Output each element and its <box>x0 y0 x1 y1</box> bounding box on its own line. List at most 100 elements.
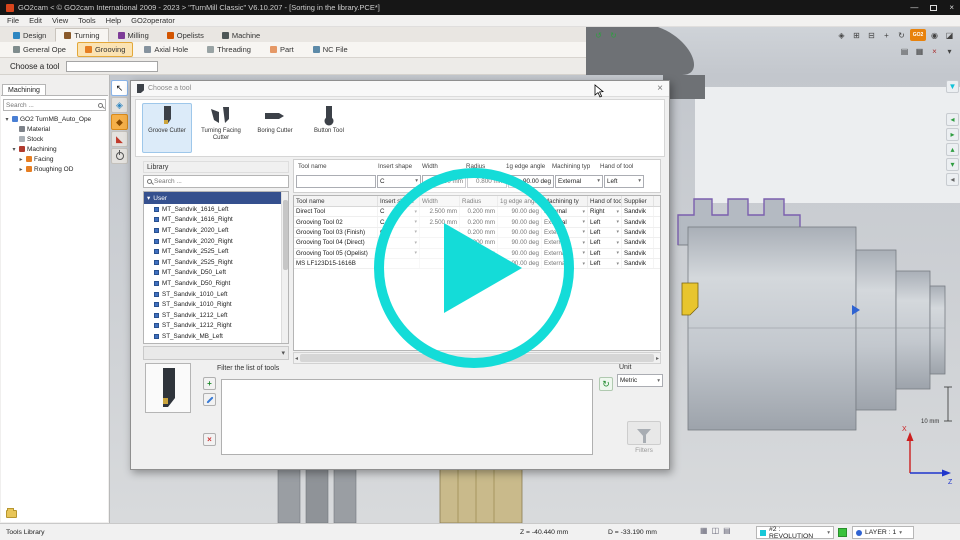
library-tool-item[interactable]: ST_Sandvik_1010_Right <box>144 299 288 310</box>
menu-go2operator[interactable]: GO2operator <box>131 16 175 25</box>
library-bottom-bar[interactable]: ▾ <box>143 346 289 360</box>
dialog-title-bar[interactable]: Choose a tool × <box>131 81 669 97</box>
tree-expander-icon[interactable]: ▾ <box>4 116 10 123</box>
unit-select[interactable]: Metric▾ <box>617 374 663 387</box>
library-tool-item[interactable]: MT_Sandvik_1616_Left <box>144 204 288 215</box>
pan-up-button[interactable]: ▴ <box>946 143 959 156</box>
tooltype-button-tool[interactable]: Button Tool <box>304 103 354 153</box>
scroll-left-icon[interactable]: ◂ <box>295 355 298 362</box>
dialog-close-button[interactable]: × <box>657 84 663 94</box>
subtab-general-ope[interactable]: General Ope <box>5 42 74 57</box>
library-tool-item[interactable]: ST_Sandvik_MB_Right <box>144 342 288 344</box>
tree-expander-icon[interactable]: ▾ <box>11 146 17 153</box>
subtab-nc-file[interactable]: NC File <box>305 42 356 57</box>
filters-button[interactable]: Filters <box>625 421 663 454</box>
remove-filter-button[interactable]: × <box>203 433 216 446</box>
menu-edit[interactable]: Edit <box>29 16 42 25</box>
list-icon[interactable]: ▤ <box>723 526 731 535</box>
library-tool-item[interactable]: MT_Sandvik_2525_Left <box>144 246 288 257</box>
filter-machining-select[interactable]: External▾ <box>555 175 603 188</box>
library-tool-item[interactable]: MT_Sandvik_2525_Right <box>144 257 288 268</box>
library-tool-item[interactable]: ST_Sandvik_1212_Right <box>144 321 288 332</box>
library-tool-item[interactable]: ST_Sandvik_MB_Left <box>144 331 288 342</box>
view-filter-button[interactable]: ▼ <box>946 80 959 93</box>
tab-milling[interactable]: Milling <box>109 28 158 42</box>
library-tool-item[interactable]: MT_Sandvik_D50_Right <box>144 278 288 289</box>
tab-opelists[interactable]: Opelists <box>158 28 213 42</box>
delete-button[interactable]: × <box>928 45 941 57</box>
library-tool-item[interactable]: ST_Sandvik_1010_Left <box>144 289 288 300</box>
video-play-overlay[interactable] <box>374 168 574 368</box>
tree-item-go2-turnmb-auto-ope[interactable]: ▾GO2 TurnMB_Auto_Ope <box>1 114 108 124</box>
subtab-axial-hole[interactable]: Axial Hole <box>136 42 196 57</box>
column-header[interactable]: Hand of tool <box>588 196 622 206</box>
menu-tools[interactable]: Tools <box>78 16 96 25</box>
layers-icon[interactable]: ◫ <box>712 526 720 535</box>
library-tool-item[interactable]: MT_Sandvik_2020_Right <box>144 236 288 247</box>
rotate-view-button[interactable]: ↻ <box>895 29 908 41</box>
library-tool-item[interactable]: MT_Sandvik_2020_Left <box>144 225 288 236</box>
grooving-tool-button[interactable]: ◆ <box>111 114 128 130</box>
go2-logo-button[interactable]: GO2 <box>910 29 926 41</box>
menu-view[interactable]: View <box>52 16 68 25</box>
tab-machine[interactable]: Machine <box>213 28 269 42</box>
filter-insert-shape-select[interactable]: C▾ <box>377 175 421 188</box>
menu-file[interactable]: File <box>7 16 19 25</box>
subtab-part[interactable]: Part <box>262 42 302 57</box>
wireframe-button[interactable]: ▦ <box>913 45 926 57</box>
folder-icon[interactable] <box>6 510 17 518</box>
minimize-button[interactable]: — <box>910 3 918 12</box>
close-button[interactable]: × <box>949 3 954 12</box>
select-cursor-button[interactable]: ↖ <box>111 80 128 96</box>
tab-turning[interactable]: Turning <box>55 28 108 42</box>
filter-criteria-area[interactable] <box>221 379 593 455</box>
library-tool-item[interactable]: MT_Sandvik_1616_Right <box>144 215 288 226</box>
zoom-out-button[interactable]: ⊟ <box>865 29 878 41</box>
pan-down-button[interactable]: ▾ <box>946 158 959 171</box>
filter-tool-name-input[interactable] <box>296 175 376 188</box>
power-button[interactable] <box>111 148 128 164</box>
tooltype-turning-facing-cutter[interactable]: Turning Facing Cutter <box>196 103 246 153</box>
tooltype-groove-cutter[interactable]: Groove Cutter <box>142 103 192 153</box>
left-search-input[interactable] <box>6 102 98 109</box>
collapse-button[interactable]: ◂ <box>946 173 959 186</box>
pan-left-button[interactable]: ◂ <box>946 113 959 126</box>
color-swatch-green[interactable] <box>838 528 847 537</box>
add-filter-button[interactable]: + <box>203 377 216 390</box>
column-header[interactable]: Tool name <box>294 196 378 206</box>
grid-icon[interactable]: ▦ <box>700 526 708 535</box>
zoom-window-button[interactable]: ⊞ <box>850 29 863 41</box>
options-button[interactable]: ▾ <box>943 45 956 57</box>
tab-design[interactable]: Design <box>4 28 55 42</box>
subtab-threading[interactable]: Threading <box>199 42 259 57</box>
tree-item-facing[interactable]: ▸Facing <box>1 154 108 164</box>
view-iso-button[interactable]: ◪ <box>943 29 956 41</box>
library-scrollbar[interactable] <box>281 192 288 343</box>
tree-item-machining[interactable]: ▾Machining <box>1 144 108 154</box>
layer-select[interactable]: LAYER : 1 ▾ <box>852 526 914 539</box>
library-tool-item[interactable]: MT_Sandvik_D50_Left <box>144 268 288 279</box>
tree-item-roughing-od[interactable]: ▸Roughing OD <box>1 164 108 174</box>
tooltype-boring-cutter[interactable]: Boring Cutter <box>250 103 300 153</box>
undo-view-button[interactable]: ↺ <box>592 29 605 41</box>
redo-view-button[interactable]: ↻ <box>607 29 620 41</box>
maximize-button[interactable] <box>930 5 937 11</box>
scrollbar-thumb[interactable] <box>283 200 288 270</box>
display-mode-button[interactable]: ▤ <box>898 45 911 57</box>
library-tool-item[interactable]: ST_Sandvik_1212_Left <box>144 310 288 321</box>
reference-button[interactable]: ◈ <box>111 97 128 113</box>
revolution-select[interactable]: #2 : REVOLUTION ▾ <box>756 526 834 539</box>
pan-button[interactable]: + <box>880 29 893 41</box>
menu-help[interactable]: Help <box>106 16 121 25</box>
tree-item-stock[interactable]: Stock <box>1 134 108 144</box>
tree-item-material[interactable]: Material <box>1 124 108 134</box>
view-front-button[interactable]: ◉ <box>928 29 941 41</box>
zoom-all-button[interactable]: ◈ <box>835 29 848 41</box>
column-header[interactable]: Supplier <box>622 196 654 206</box>
edit-filter-button[interactable] <box>203 393 216 406</box>
tree-expander-icon[interactable]: ▸ <box>18 156 24 163</box>
tree-expander-icon[interactable]: ▸ <box>18 166 24 173</box>
pan-right-button[interactable]: ▸ <box>946 128 959 141</box>
filter-hand-select[interactable]: Left▾ <box>604 175 644 188</box>
refresh-filter-button[interactable]: ↻ <box>599 377 613 391</box>
